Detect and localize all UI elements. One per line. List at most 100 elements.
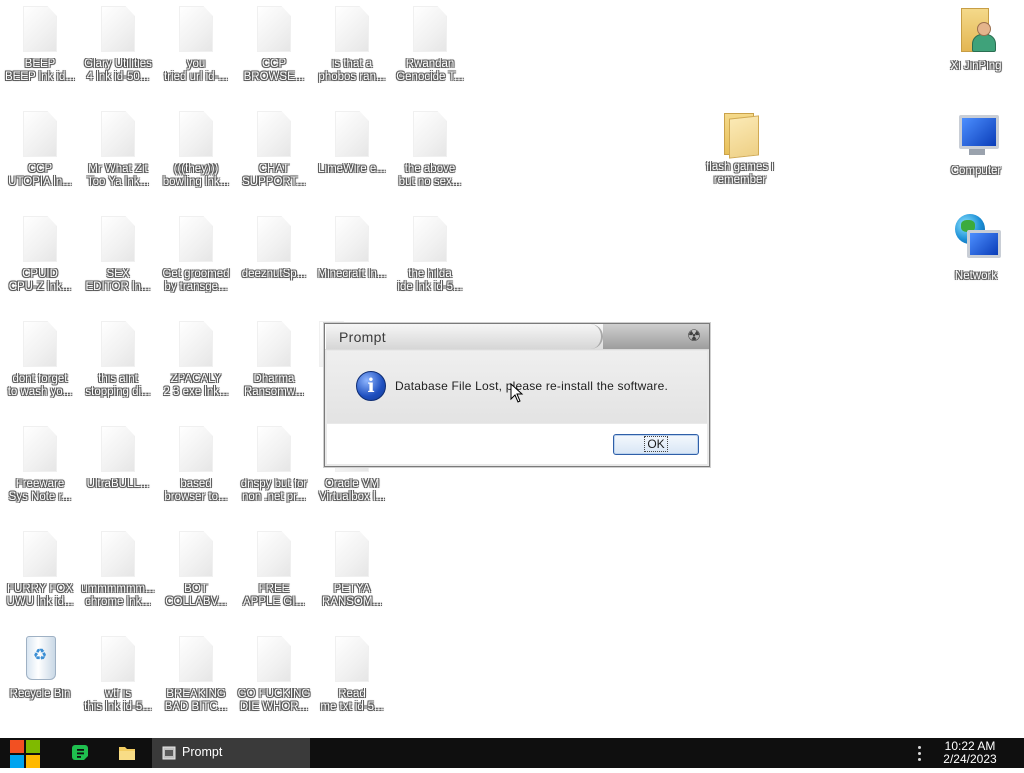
- desktop-icon[interactable]: UltraBULL...: [78, 420, 158, 520]
- desktop-icon[interactable]: CCP UTOPIA ln...: [0, 105, 80, 205]
- file-icon: [179, 636, 213, 682]
- taskbar-prompt-window[interactable]: Prompt: [152, 738, 310, 768]
- desktop-icon[interactable]: Minecraft ln...: [312, 210, 392, 310]
- desktop-icon-label: UltraBULL...: [86, 478, 150, 490]
- file-icon: [257, 6, 291, 52]
- desktop-icon-label: CHAT SUPPORT...: [242, 163, 306, 188]
- desktop-icon[interactable]: Mr What Zit Too Ya lnk...: [78, 105, 158, 205]
- desktop-icon[interactable]: PETYA RANSOM...: [312, 525, 392, 625]
- desktop-icon-label: Get groomed by transge...: [162, 268, 230, 293]
- file-icon: [23, 216, 57, 262]
- desktop-icon[interactable]: SEX EDITOR ln...: [78, 210, 158, 310]
- desktop-icon[interactable]: Computer: [936, 105, 1016, 205]
- file-icon: [257, 321, 291, 367]
- desktop-icon[interactable]: BOT COLLABV...: [156, 525, 236, 625]
- desktop-icon[interactable]: GO FUCKING DIE WHOR...: [234, 630, 314, 730]
- desktop-icon[interactable]: BREAKING BAD BITC...: [156, 630, 236, 730]
- desktop-icon[interactable]: this aint stopping di...: [78, 315, 158, 415]
- desktop-icon[interactable]: Xi JinPing: [936, 0, 1016, 100]
- desktop-icon[interactable]: the above but no sex...: [390, 105, 470, 205]
- desktop-icon[interactable]: Rwandan Genocide T...: [390, 0, 470, 100]
- desktop-icon[interactable]: is that a phobos ran...: [312, 0, 392, 100]
- desktop-icon[interactable]: CCP BROWSE...: [234, 0, 314, 100]
- ok-button[interactable]: OK: [613, 434, 699, 455]
- dialog-title: Prompt: [339, 329, 386, 345]
- desktop-icon[interactable]: based browser to...: [156, 420, 236, 520]
- desktop-icon-label: FURRY FOX UWU lnk id...: [6, 583, 74, 608]
- desktop-icon[interactable]: dont forget to wash yo...: [0, 315, 80, 415]
- desktop-icon[interactable]: wtf is this lnk id-5...: [78, 630, 158, 730]
- file-icon: [335, 6, 369, 52]
- start-button[interactable]: [0, 738, 52, 768]
- desktop-icon-label: based browser to...: [164, 478, 228, 503]
- taskbar-clock[interactable]: 10:22 AM 2/24/2023: [934, 740, 1006, 766]
- desktop-icon-label: (((they))) bowling lnk...: [162, 163, 230, 188]
- desktop-icon-label: Freeware Sys Note r...: [8, 478, 72, 503]
- desktop-icon[interactable]: ♻ Recycle Bin: [0, 630, 80, 730]
- desktop-icon-label: ummmmmm... chrome lnk...: [81, 583, 155, 608]
- dialog-titlebar[interactable]: Prompt ☢: [325, 324, 709, 350]
- desktop-icon-label: the above but no sex...: [398, 163, 462, 188]
- desktop-icon-label: Oracle VM Virtualbox l...: [318, 478, 386, 503]
- user-folder-icon: [957, 4, 996, 54]
- desktop-icon[interactable]: FREE APPLE GI...: [234, 525, 314, 625]
- desktop-icon[interactable]: FURRY FOX UWU lnk id...: [0, 525, 80, 625]
- desktop-icon-label: Recycle Bin: [9, 688, 71, 700]
- file-icon: [179, 111, 213, 157]
- file-icon: [257, 216, 291, 262]
- desktop-icon[interactable]: Read me txt id-5...: [312, 630, 392, 730]
- desktop-icon-label: this aint stopping di...: [85, 373, 151, 398]
- desktop-icon[interactable]: deeznutSp...: [234, 210, 314, 310]
- desktop-icon[interactable]: you tried url id-...: [156, 0, 236, 100]
- radiation-icon: ☢: [686, 328, 702, 345]
- file-icon: [101, 636, 135, 682]
- file-icon: [413, 6, 447, 52]
- desktop-icon[interactable]: Network: [936, 210, 1016, 310]
- desktop-icon[interactable]: CHAT SUPPORT...: [234, 105, 314, 205]
- file-icon: [23, 426, 57, 472]
- file-icon: [179, 426, 213, 472]
- file-icon: [23, 321, 57, 367]
- desktop-icon[interactable]: ZPACALY 2 3 exe lnk...: [156, 315, 236, 415]
- green-app-icon: [72, 745, 88, 760]
- file-icon: [179, 321, 213, 367]
- desktop-icon[interactable]: LimeWire e...: [312, 105, 392, 205]
- desktop-icon[interactable]: Glary Utilities 4 lnk id-50...: [78, 0, 158, 100]
- desktop-icon-label: Glary Utilities 4 lnk id-50...: [84, 58, 152, 83]
- desktop-icon[interactable]: ummmmmm... chrome lnk...: [78, 525, 158, 625]
- computer-icon: [953, 109, 999, 159]
- file-icon: [101, 321, 135, 367]
- desktop-icon-label: BREAKING BAD BITC...: [164, 688, 228, 713]
- desktop-icon-label: you tried url id-...: [164, 58, 228, 83]
- desktop-icon-label: LimeWire e...: [318, 163, 386, 175]
- desktop-icon[interactable]: Freeware Sys Note r...: [0, 420, 80, 520]
- taskbar-folder-button[interactable]: [112, 738, 142, 768]
- file-icon: [335, 216, 369, 262]
- desktop-icon[interactable]: (((they))) bowling lnk...: [156, 105, 236, 205]
- desktop-icon-label: CCP BROWSE...: [243, 58, 305, 83]
- desktop-icon[interactable]: BEEP BEEP lnk id...: [0, 0, 80, 100]
- file-icon: [101, 531, 135, 577]
- windows-logo-icon: [10, 738, 42, 768]
- taskbar-prompt-label: Prompt: [182, 745, 223, 759]
- desktop-icon-label: Computer: [950, 165, 1002, 177]
- desktop-icon[interactable]: dnspy but for non .net pr...: [234, 420, 314, 520]
- desktop-icon[interactable]: flash games i remember: [700, 105, 780, 205]
- taskbar-overflow-icon[interactable]: [916, 744, 922, 762]
- prompt-app-icon: [162, 746, 176, 760]
- desktop-icon-label: PETYA RANSOM...: [321, 583, 383, 608]
- file-icon: [101, 426, 135, 472]
- info-icon: i: [356, 371, 386, 401]
- taskbar-green-app-button[interactable]: [66, 738, 96, 768]
- dialog-message: Database File Lost, please re-install th…: [395, 379, 668, 393]
- desktop-icon-label: FREE APPLE GI...: [243, 583, 305, 608]
- file-icon: [257, 636, 291, 682]
- desktop-icon-label: CCP UTOPIA ln...: [8, 163, 72, 188]
- desktop-icon[interactable]: Get groomed by transge...: [156, 210, 236, 310]
- clock-date: 2/24/2023: [943, 752, 997, 766]
- desktop-icon[interactable]: the hilda ide lnk id-5...: [390, 210, 470, 310]
- desktop-icon-label: Read me txt id-5...: [320, 688, 384, 713]
- desktop-icon-label: Minecraft ln...: [317, 268, 387, 280]
- file-icon: [101, 6, 135, 52]
- desktop-icon[interactable]: CPUID CPU-Z lnk...: [0, 210, 80, 310]
